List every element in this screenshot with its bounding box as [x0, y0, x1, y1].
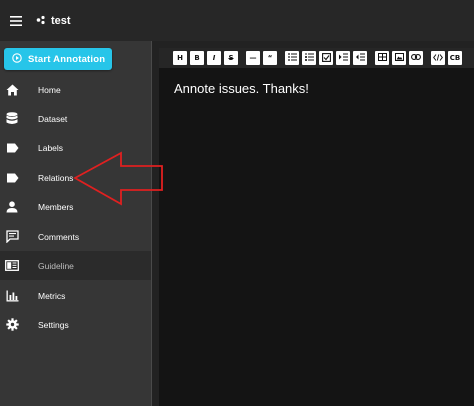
italic-glyph: I	[212, 54, 216, 62]
label-icon	[5, 171, 19, 185]
image-button[interactable]	[392, 51, 406, 65]
sidebar-item-label: Labels	[38, 142, 64, 153]
person-icon	[5, 200, 19, 214]
editor-toolbar: H B I S — “ CB	[159, 48, 474, 68]
ordered-list-button[interactable]	[302, 51, 316, 65]
code-icon	[433, 53, 443, 63]
sidebar-item-guideline[interactable]: Guideline	[0, 251, 151, 280]
gear-icon	[5, 318, 19, 332]
project-dots-icon	[36, 12, 46, 30]
comment-icon	[5, 230, 19, 244]
bold-button[interactable]: B	[190, 51, 204, 65]
sidebar-item-comments[interactable]: Comments	[0, 222, 151, 251]
book-icon	[5, 259, 19, 273]
sidebar-item-label: Relations	[38, 172, 74, 183]
sidebar-item-label: Comments	[38, 231, 80, 242]
outdent-button[interactable]	[353, 51, 367, 65]
guideline-text[interactable]: Annote issues. Thanks!	[174, 81, 309, 96]
play-circle-icon	[12, 50, 22, 68]
table-icon	[377, 53, 387, 63]
link-button[interactable]	[409, 51, 423, 65]
sidebar-item-label: Dataset	[38, 113, 68, 124]
sidebar-item-label: Settings	[38, 319, 69, 330]
checkbox-icon	[321, 52, 331, 64]
home-icon	[5, 83, 19, 97]
guideline-editor: H B I S — “ CB Annote issues. Thanks!	[152, 41, 474, 406]
task-list-button[interactable]	[319, 51, 333, 65]
sidebar-item-label: Members	[38, 201, 74, 212]
indent-icon	[338, 53, 348, 63]
label-icon	[5, 141, 19, 155]
italic-button[interactable]: I	[207, 51, 221, 65]
project-name: test	[51, 14, 71, 27]
app-bar: test	[0, 0, 474, 41]
sidebar-item-home[interactable]: Home	[0, 75, 151, 104]
sidebar-item-label: Home	[38, 84, 61, 95]
sidebar: Start Annotation Home Dataset Labels Rel…	[0, 41, 151, 406]
horizontal-rule-button[interactable]: —	[246, 51, 260, 65]
start-annotation-label: Start Annotation	[28, 53, 106, 65]
start-annotation-button[interactable]: Start Annotation	[4, 48, 112, 70]
sidebar-item-label: Metrics	[38, 290, 66, 301]
hamburger-menu-icon[interactable]	[4, 9, 28, 33]
chart-icon	[5, 289, 19, 303]
sidebar-item-dataset[interactable]: Dataset	[0, 104, 151, 133]
project-title[interactable]: test	[36, 12, 71, 30]
outdent-icon	[355, 53, 365, 63]
table-button[interactable]	[375, 51, 389, 65]
annotation-arrow-icon	[73, 151, 163, 206]
bullet-list-button[interactable]	[285, 51, 299, 65]
heading-button[interactable]: H	[173, 51, 187, 65]
bullet-list-icon	[287, 53, 297, 63]
link-icon	[411, 54, 421, 62]
annotation-arrow-shape	[73, 151, 163, 206]
strike-button[interactable]: S	[224, 51, 238, 65]
sidebar-item-metrics[interactable]: Metrics	[0, 281, 151, 310]
image-icon	[394, 53, 404, 63]
sidebar-item-label: Guideline	[38, 260, 74, 271]
quote-button[interactable]: “	[263, 51, 277, 65]
indent-button[interactable]	[336, 51, 350, 65]
ordered-list-icon	[304, 53, 314, 63]
sidebar-item-settings[interactable]: Settings	[0, 310, 151, 339]
editor-content[interactable]: Annote issues. Thanks!	[159, 68, 474, 406]
strike-glyph: S	[228, 54, 234, 62]
code-block-button[interactable]: CB	[448, 51, 462, 65]
database-icon	[5, 112, 19, 126]
code-button[interactable]	[431, 51, 445, 65]
